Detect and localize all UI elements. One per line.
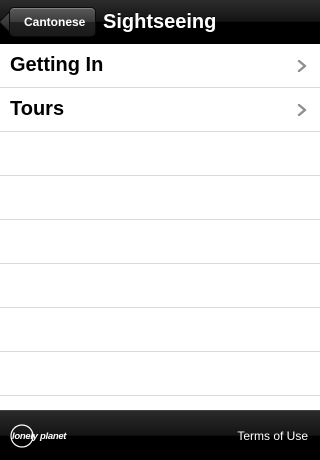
empty-row bbox=[0, 132, 320, 176]
sightseeing-list: Getting In Tours bbox=[0, 44, 320, 410]
empty-row bbox=[0, 308, 320, 352]
svg-text:lonely planet: lonely planet bbox=[12, 431, 67, 442]
list-item-tours[interactable]: Tours bbox=[0, 88, 320, 132]
bottom-toolbar: lonely planet Terms of Use bbox=[0, 410, 320, 460]
list-item-getting-in[interactable]: Getting In bbox=[0, 44, 320, 88]
navigation-bar: Cantonese Sightseeing bbox=[0, 0, 320, 44]
back-button-wrapper: Cantonese bbox=[4, 0, 97, 44]
empty-row bbox=[0, 352, 320, 396]
empty-row bbox=[0, 220, 320, 264]
chevron-right-icon bbox=[297, 59, 307, 72]
list-item-label: Tours bbox=[10, 98, 65, 120]
back-button-label: Cantonese bbox=[24, 15, 86, 29]
chevron-right-icon bbox=[297, 103, 307, 116]
back-button[interactable]: Cantonese bbox=[9, 7, 97, 37]
terms-of-use-link[interactable]: Terms of Use bbox=[237, 411, 308, 460]
empty-row bbox=[0, 264, 320, 308]
empty-row bbox=[0, 176, 320, 220]
list-item-label: Getting In bbox=[10, 54, 104, 76]
page-title: Sightseeing bbox=[103, 10, 217, 33]
lonely-planet-logo[interactable]: lonely planet bbox=[10, 424, 72, 448]
app-screen: Cantonese Sightseeing Getting In Tours l… bbox=[0, 0, 320, 460]
